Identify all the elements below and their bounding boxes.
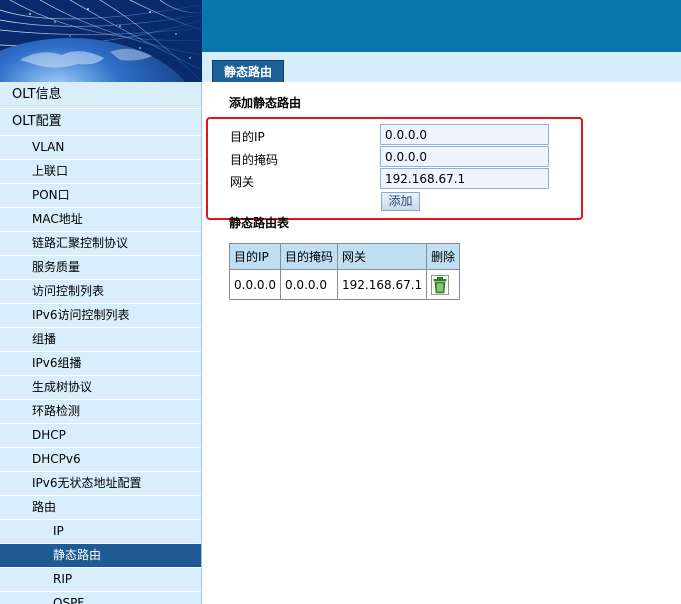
dest-ip-input[interactable] bbox=[380, 124, 549, 145]
sidebar-item-ipv6-multicast[interactable]: IPv6组播 bbox=[0, 352, 201, 376]
column-header-dest-mask: 目的掩码 bbox=[279, 243, 339, 270]
sidebar-item-mac[interactable]: MAC地址 bbox=[0, 208, 201, 232]
cell-gateway: 192.168.67.1 bbox=[336, 269, 428, 300]
sidebar-item-ip[interactable]: IP bbox=[0, 520, 201, 544]
dest-ip-label: 目的IP bbox=[230, 130, 265, 144]
add-button[interactable]: 添加 bbox=[381, 192, 420, 211]
cell-dest-ip: 0.0.0.0 bbox=[229, 269, 281, 300]
sidebar-item-olt-info[interactable]: OLT信息 bbox=[0, 82, 201, 109]
gateway-input[interactable] bbox=[380, 168, 549, 189]
column-header-delete: 删除 bbox=[426, 243, 461, 270]
sidebar-item-lacp[interactable]: 链路汇聚控制协议 bbox=[0, 232, 201, 256]
sidebar-item-rip[interactable]: RIP bbox=[0, 568, 201, 592]
sidebar-item-pon[interactable]: PON口 bbox=[0, 184, 201, 208]
sidebar-item-routing[interactable]: 路由 bbox=[0, 496, 201, 520]
static-route-table: 目的IP 目的掩码 网关 删除 0.0.0.0 0.0.0.0 192.168.… bbox=[229, 243, 461, 300]
sidebar-item-ospf[interactable]: OSPF bbox=[0, 592, 201, 604]
sidebar-item-qos[interactable]: 服务质量 bbox=[0, 256, 201, 280]
dest-mask-label: 目的掩码 bbox=[230, 153, 279, 167]
globe-logo-image bbox=[0, 0, 202, 82]
sidebar-item-loop-detect[interactable]: 环路检测 bbox=[0, 400, 201, 424]
sidebar-item-uplink[interactable]: 上联口 bbox=[0, 160, 201, 184]
add-route-title: 添加静态路由 bbox=[229, 96, 302, 110]
main-content: 添加静态路由 目的IP 目的掩码 网关 添加 静态路由表 目的IP 目的掩码 网… bbox=[202, 82, 681, 604]
cell-dest-mask: 0.0.0.0 bbox=[279, 269, 339, 300]
column-header-gateway: 网关 bbox=[336, 243, 428, 270]
sidebar-item-ipv6-slaac[interactable]: IPv6无状态地址配置 bbox=[0, 472, 201, 496]
sidebar-item-static-route[interactable]: 静态路由 bbox=[0, 544, 201, 568]
sidebar-item-multicast[interactable]: 组播 bbox=[0, 328, 201, 352]
sidebar-nav: OLT信息 OLT配置 VLAN 上联口 PON口 MAC地址 链路汇聚控制协议 服务质量 访问… bbox=[0, 82, 202, 604]
trash-icon[interactable] bbox=[431, 274, 450, 295]
cell-delete bbox=[426, 269, 461, 300]
dest-mask-input[interactable] bbox=[380, 146, 549, 167]
sidebar-item-ipv6-acl[interactable]: IPv6访问控制列表 bbox=[0, 304, 201, 328]
column-header-dest-ip: 目的IP bbox=[229, 243, 281, 270]
sidebar-item-stp[interactable]: 生成树协议 bbox=[0, 376, 201, 400]
sidebar-item-acl[interactable]: 访问控制列表 bbox=[0, 280, 201, 304]
sidebar-item-dhcpv6[interactable]: DHCPv6 bbox=[0, 448, 201, 472]
gateway-label: 网关 bbox=[230, 175, 255, 189]
sidebar-item-olt-config[interactable]: OLT配置 bbox=[0, 109, 201, 136]
route-table-title: 静态路由表 bbox=[229, 216, 290, 230]
tab-static-route[interactable]: 静态路由 bbox=[212, 60, 285, 83]
sidebar-item-dhcp[interactable]: DHCP bbox=[0, 424, 201, 448]
table-row: 0.0.0.0 0.0.0.0 192.168.67.1 bbox=[229, 269, 461, 300]
sidebar-item-vlan[interactable]: VLAN bbox=[0, 136, 201, 160]
table-header-row: 目的IP 目的掩码 网关 删除 bbox=[229, 243, 461, 270]
